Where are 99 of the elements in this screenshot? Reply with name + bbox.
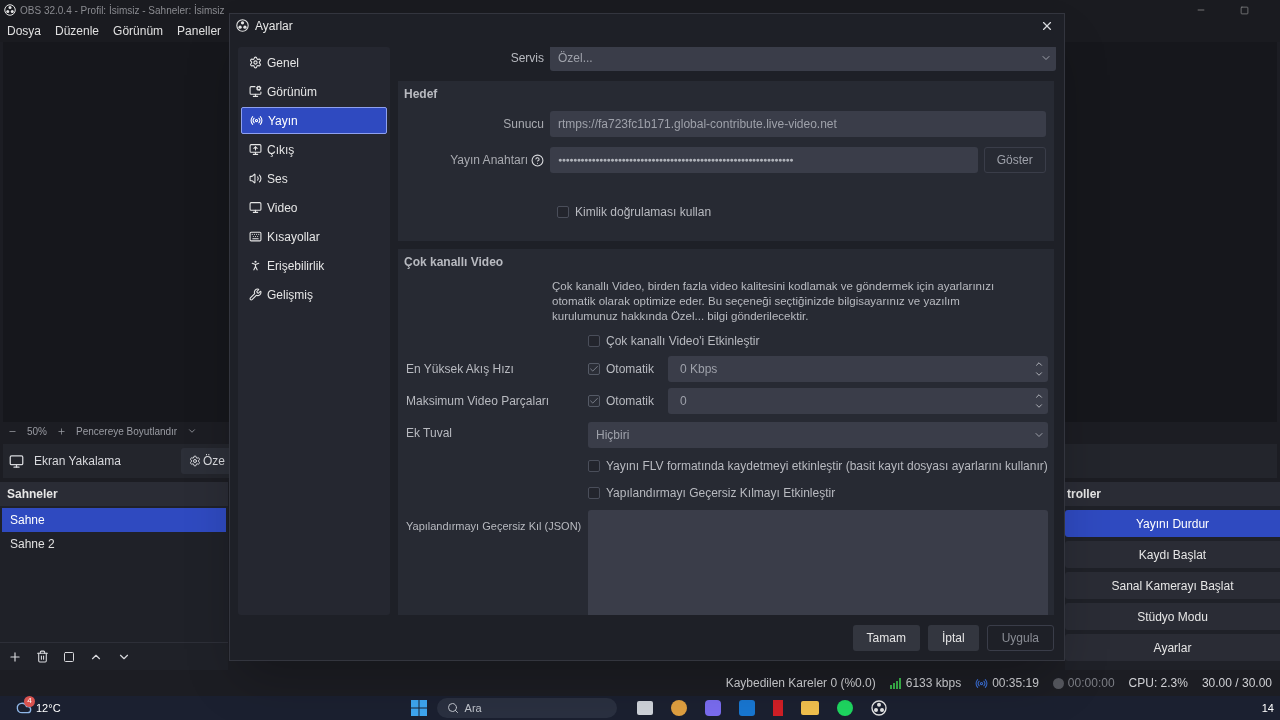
app-icon[interactable]	[636, 701, 653, 715]
scene-item[interactable]: Sahne	[2, 508, 226, 532]
notification-badge: 4	[24, 695, 35, 707]
logo-icon	[4, 4, 16, 16]
maximize-icon[interactable]	[1240, 5, 1249, 15]
nav-item[interactable]: Çıkış	[241, 136, 387, 163]
dropped-frames: Kaybedilen Kareler 0 (%0.0)	[725, 674, 876, 692]
server-field[interactable]: rtmps://fa723fc1b171.global-contribute.live-video.net	[550, 111, 1046, 137]
source-name: Ekran Yakalama	[34, 453, 121, 470]
start-icon[interactable]	[410, 700, 427, 716]
dialog-title: Ayarlar	[255, 17, 293, 35]
trash-icon[interactable]	[36, 650, 49, 663]
checkbox-label: Yayını FLV formatında kaydetmeyi etkinleştir (basit kayıt dosyası ayarlarını kullanır)	[606, 458, 1048, 475]
screen-icon	[249, 143, 262, 156]
checkbox-label: Kimlik doğrulaması kullan	[575, 204, 712, 221]
monitor-icon	[9, 453, 24, 469]
panel-title: Sahneler	[7, 486, 58, 503]
speaker-icon	[249, 172, 262, 185]
search-field[interactable]: Ara	[436, 698, 617, 718]
nav-item[interactable]: Yayın	[241, 107, 387, 134]
control-button[interactable]: Sanal Kamerayı Başlat	[1065, 572, 1280, 599]
person-icon	[249, 259, 262, 272]
window-title: OBS 32.0.4 - Profil: İsimsiz - Sahneler: İsimsiz	[20, 3, 225, 18]
nav-item[interactable]: Kısayollar	[241, 223, 387, 250]
gear-icon	[188, 455, 201, 467]
checkbox-label: Yapılandırmayı Geçersiz Kılmayı Etkinleştir	[606, 485, 836, 502]
logo-icon	[236, 19, 249, 32]
checkbox-label: Çok kanallı Video'i Etkinleştir	[606, 333, 760, 350]
menu-item[interactable]: Düzenle	[55, 22, 100, 40]
nav-item[interactable]: Genel	[241, 49, 387, 76]
search-icon	[446, 702, 459, 714]
service-dropdown[interactable]: Özel...	[550, 47, 1056, 71]
nav-item[interactable]: Görünüm	[241, 78, 387, 105]
signal-icon	[889, 677, 902, 689]
app-icon[interactable]	[670, 700, 687, 716]
weather-icon	[16, 700, 32, 716]
auto-label: Otomatik	[606, 361, 655, 378]
logo-icon	[870, 700, 887, 716]
menu-item[interactable]: Dosya	[7, 22, 41, 40]
clock: 14	[1261, 700, 1274, 716]
spin-field[interactable]: 0 Kbps	[668, 356, 1048, 382]
stream-time: 00:35:19	[992, 675, 1039, 692]
control-button[interactable]: Yayını Durdur	[1065, 510, 1280, 537]
antenna-icon	[250, 114, 263, 127]
canvas-dropdown[interactable]: Hiçbiri	[588, 422, 1048, 448]
field-label: Sunucu	[502, 116, 545, 133]
stream-icon	[975, 676, 989, 690]
record-time: 00:00:00	[1067, 675, 1115, 692]
field-label: Yapılandırmayı Geçersiz Kıl (JSON)	[405, 519, 583, 534]
spin-field[interactable]: 0	[668, 388, 1048, 414]
bitrate: 6133 kbps	[905, 675, 962, 692]
field-label: Servis	[509, 50, 545, 67]
menu-item[interactable]: Paneller	[177, 22, 222, 40]
zoom-in-icon[interactable]	[57, 426, 66, 436]
checkbox[interactable]	[588, 460, 600, 472]
temperature: 12°C	[36, 700, 61, 716]
field-label: Yayın Anahtarı	[450, 152, 528, 169]
nav-item[interactable]: Ses	[241, 165, 387, 192]
show-button[interactable]: Göster	[983, 147, 1046, 173]
caret-icon[interactable]	[187, 426, 198, 436]
help-icon[interactable]	[531, 153, 544, 167]
checkbox[interactable]	[588, 363, 600, 375]
gear-icon	[249, 56, 262, 69]
cpu-usage: CPU: 2.3%	[1128, 675, 1188, 692]
panel-title: troller	[1067, 486, 1101, 503]
field-label: Ek Tuval	[405, 425, 454, 442]
fit-dropdown[interactable]: Pencereye Boyutlandır	[76, 423, 178, 439]
field-label: Maksimum Video Parçaları	[405, 393, 551, 410]
zoom-level: 50%	[27, 424, 47, 439]
json-field[interactable]	[588, 510, 1048, 615]
checkbox[interactable]	[588, 335, 600, 347]
description: Çok kanallı Video, birden fazla video kalitesini kodlamak ve göndermek için ayarlarınızı otomatik olarak optimize eder. Bu seçeneği seçtiğinizde bilgisayarınız ve yazılım kurulumunuz hakkında Özel... bilgi gönderilecektir.	[551, 279, 996, 324]
control-button[interactable]: Stüdyo Modu	[1065, 603, 1280, 630]
folder-icon[interactable]	[800, 701, 819, 715]
dialog-button[interactable]: Tamam	[852, 625, 920, 651]
menu-item[interactable]: Görünüm	[113, 22, 164, 40]
monitor-icon	[249, 85, 262, 98]
nav-item[interactable]: Gelişmiş	[241, 281, 387, 308]
record-icon	[1052, 677, 1064, 689]
fps: 30.00 / 30.00	[1201, 675, 1272, 692]
group-title: Çok kanallı Video	[404, 254, 505, 271]
dialog-button[interactable]: Uygula	[986, 625, 1054, 651]
dialog-button[interactable]: İptal	[927, 625, 979, 651]
checkbox[interactable]	[588, 395, 600, 407]
wrench-icon	[249, 288, 262, 301]
monitor-icon	[249, 201, 262, 214]
control-button[interactable]: Kaydı Başlat	[1065, 541, 1280, 568]
control-button[interactable]: Ayarlar	[1065, 634, 1280, 661]
group-title: Hedef	[404, 86, 439, 103]
nav-item[interactable]: Video	[241, 194, 387, 221]
keyboard-icon	[249, 230, 262, 243]
auto-label: Otomatik	[606, 393, 655, 410]
checkbox[interactable]	[588, 487, 600, 499]
field-label: En Yüksek Akış Hızı	[405, 361, 515, 378]
nav-item[interactable]: Erişebilirlik	[241, 252, 387, 279]
checkbox[interactable]	[557, 206, 569, 218]
scene-item[interactable]: Sahne 2	[2, 532, 226, 556]
add-icon[interactable]	[8, 649, 22, 664]
app-icon[interactable]	[836, 700, 853, 716]
